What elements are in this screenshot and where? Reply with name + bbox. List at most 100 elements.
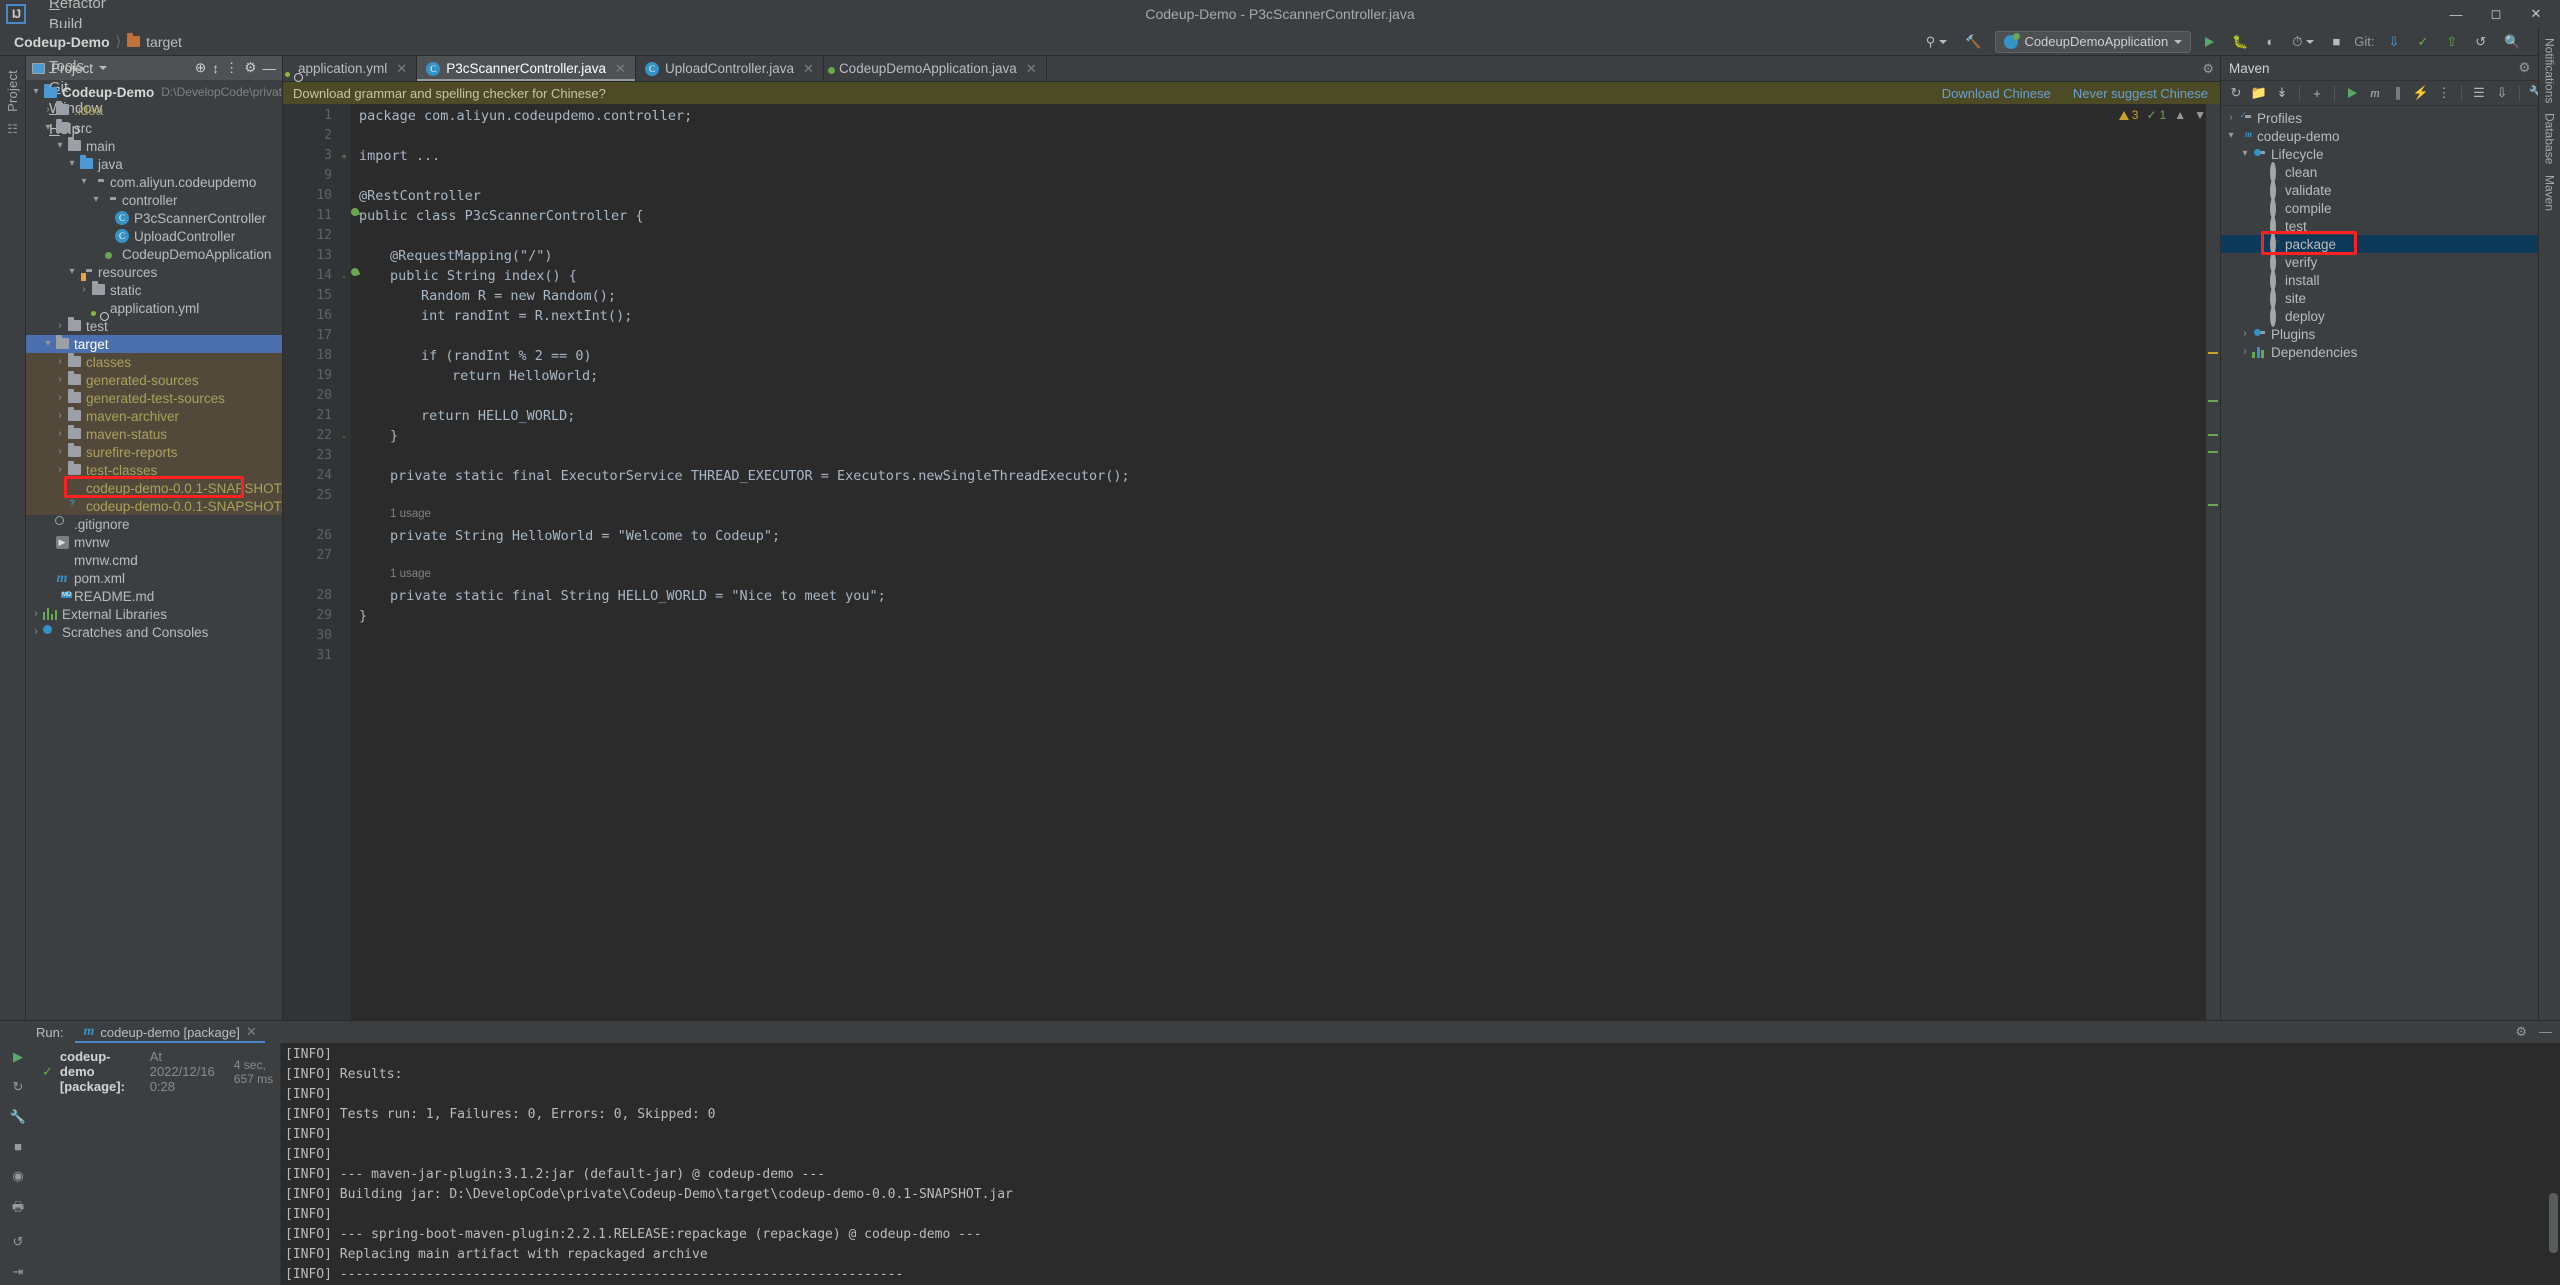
code-fold-toggle[interactable]: - (337, 428, 351, 448)
inspection-tick[interactable] (2208, 400, 2218, 402)
tree-node-resources[interactable]: ▾resources (26, 263, 282, 281)
git-commit-icon[interactable]: ✓ (2413, 31, 2432, 53)
chevron-right-icon[interactable]: › (30, 627, 42, 637)
chevron-down-icon[interactable]: ▾ (2225, 131, 2237, 141)
tree-node-classes[interactable]: ›classes (26, 353, 282, 371)
chevron-right-icon[interactable]: › (54, 465, 66, 475)
console-scrollbar[interactable] (2549, 1193, 2558, 1253)
editor-tab-codeupdemoapplication-java[interactable]: CodeupDemoApplication.java✕ (824, 56, 1047, 81)
tree-node-mvnw[interactable]: ▶mvnw (26, 533, 282, 551)
run-tree[interactable]: ✓ codeup-demo [package]: At 2022/12/16 0… (36, 1043, 281, 1285)
tree-node-readme-md[interactable]: README.md (26, 587, 282, 605)
menu-item-refactor[interactable]: Refactor (40, 0, 117, 14)
run-configuration-selector[interactable]: CodeupDemoApplication (1995, 31, 2191, 53)
debug-button[interactable]: 🐛 (2228, 31, 2252, 53)
tree-node-main[interactable]: ▾main (26, 137, 282, 155)
run-tab[interactable]: m codeup-demo [package] ✕ (75, 1021, 264, 1043)
chevron-right-icon[interactable]: › (54, 429, 66, 439)
inspection-tick[interactable] (2208, 434, 2218, 436)
run-tree-entry[interactable]: ✓ codeup-demo [package]: At 2022/12/16 0… (36, 1047, 280, 1096)
download-sources-icon[interactable]: ↡ (2272, 83, 2292, 103)
close-icon[interactable]: ✕ (246, 1024, 257, 1040)
stop-button[interactable]: ■ (2328, 31, 2344, 53)
tree-node-maven-archiver[interactable]: ›maven-archiver (26, 407, 282, 425)
tree-node-generated-test-sources[interactable]: ›generated-test-sources (26, 389, 282, 407)
maven-node-test[interactable]: test (2221, 217, 2560, 235)
run-icon[interactable] (2342, 83, 2362, 103)
close-icon[interactable]: ✕ (1026, 61, 1037, 77)
chevron-right-icon[interactable]: › (54, 447, 66, 457)
inspection-summary[interactable]: 3 ✓ 1 ▲ ▼ (2119, 108, 2206, 122)
menu-item-tools[interactable]: Tools (40, 56, 117, 77)
maximize-button[interactable]: ◻ (2476, 1, 2516, 27)
tree-node-idea[interactable]: ›.idea (26, 101, 282, 119)
filter-icon[interactable]: ◉ (12, 1168, 23, 1184)
chevron-down-icon[interactable]: ▾ (42, 123, 54, 133)
minimize-button[interactable]: — (2436, 1, 2476, 27)
maven-node-profiles[interactable]: ›Profiles (2221, 109, 2560, 127)
chevron-down-icon[interactable]: ▾ (78, 177, 90, 187)
tree-node-com-aliyun-codeupdemo[interactable]: ▾com.aliyun.codeupdemo (26, 173, 282, 191)
editor-tab-application-yml[interactable]: application.yml✕ (283, 56, 417, 81)
tree-node-codeup-demo-0-0-1-snapshot-jar-original[interactable]: codeup-demo-0.0.1-SNAPSHOT.jar.original (26, 497, 282, 515)
tree-node-pom-xml[interactable]: mpom.xml (26, 569, 282, 587)
code-fold-toggle[interactable]: - (337, 268, 351, 288)
download-chinese-link[interactable]: Download Chinese (1942, 86, 2051, 101)
chevron-down-icon[interactable]: ▾ (66, 159, 78, 169)
tree-node-application-yml[interactable]: application.yml (26, 299, 282, 317)
chevron-down-icon[interactable]: ▾ (66, 267, 78, 277)
tree-node-test[interactable]: ›test (26, 317, 282, 335)
chevron-right-icon[interactable]: › (2239, 329, 2251, 339)
maven-node-compile[interactable]: compile (2221, 199, 2560, 217)
expand-all-icon[interactable]: ↕ (212, 61, 219, 76)
editor-tab-p3cscannercontroller-java[interactable]: CP3cScannerController.java✕ (417, 56, 636, 81)
chevron-down-icon[interactable]: ▾ (30, 87, 42, 97)
tree-node-maven-status[interactable]: ›maven-status (26, 425, 282, 443)
tree-node-codeupdemoapplication[interactable]: CodeupDemoApplication (26, 245, 282, 263)
chevron-right-icon[interactable]: › (42, 105, 54, 115)
configure-icon[interactable]: 🔧 (10, 1109, 26, 1125)
tree-node-java[interactable]: ▾java (26, 155, 282, 173)
close-icon[interactable]: ✕ (396, 61, 407, 77)
build-hammer-icon[interactable]: 🔨 (1961, 31, 1985, 53)
chevron-right-icon[interactable]: › (54, 393, 66, 403)
toggle-offline-icon[interactable]: ∥ (2388, 83, 2408, 103)
tree-node-src[interactable]: ▾src (26, 119, 282, 137)
maven-node-package[interactable]: package (2221, 235, 2560, 253)
show-dependencies-icon[interactable]: ☰ (2469, 83, 2489, 103)
chevron-right-icon[interactable]: › (30, 609, 42, 619)
code-fold-toggle[interactable]: + (337, 148, 351, 168)
maven-node-dependencies[interactable]: ›Dependencies (2221, 343, 2560, 361)
close-button[interactable]: ✕ (2516, 1, 2556, 27)
run-hide-icon[interactable]: — (2539, 1024, 2552, 1040)
tree-node-controller[interactable]: ▾controller (26, 191, 282, 209)
run-settings-gear-icon[interactable]: ⚙ (2515, 1024, 2527, 1040)
stop-icon[interactable]: ■ (14, 1139, 22, 1154)
plus-icon[interactable]: + (2307, 83, 2327, 103)
chevron-down-icon[interactable]: ▾ (90, 195, 102, 205)
rerun-failed-icon[interactable]: ↻ (13, 1079, 24, 1095)
collapse-all-icon[interactable]: ⋮ (2434, 83, 2454, 103)
editor-tab-uploadcontroller-java[interactable]: CUploadController.java✕ (636, 56, 824, 81)
maven-node-deploy[interactable]: deploy (2221, 307, 2560, 325)
tree-node-mvnw-cmd[interactable]: mvnw.cmd (26, 551, 282, 569)
breadcrumb-project[interactable]: Codeup-Demo (10, 34, 114, 50)
soft-wrap-icon[interactable]: ↺ (13, 1234, 24, 1250)
git-history-icon[interactable]: ↺ (2471, 31, 2490, 53)
tree-node-scratches-and-consoles[interactable]: ›Scratches and Consoles (26, 623, 282, 641)
tool-window-project-label[interactable]: Project (5, 70, 20, 112)
warning-count-chip[interactable]: 3 (2119, 108, 2139, 122)
tree-node-generated-sources[interactable]: ›generated-sources (26, 371, 282, 389)
close-icon[interactable]: ✕ (615, 61, 626, 77)
maven-goal-icon[interactable]: m (2365, 83, 2385, 103)
tool-window-database-label[interactable]: Database (2543, 113, 2557, 164)
locate-file-icon[interactable]: ⊕ (195, 60, 206, 76)
tool-window-maven-label[interactable]: Maven (2543, 175, 2557, 211)
chevron-down-icon[interactable]: ▼ (2194, 108, 2206, 122)
profiler-button[interactable]: ⏱ (2288, 31, 2318, 53)
tree-node-p3cscannercontroller[interactable]: CP3cScannerController (26, 209, 282, 227)
maven-settings-gear-icon[interactable]: ⚙ (2518, 60, 2530, 76)
print-icon[interactable]: 🖶 (12, 1198, 24, 1220)
inspection-tick[interactable] (2208, 352, 2218, 354)
chevron-down-icon[interactable]: ▾ (42, 339, 54, 349)
